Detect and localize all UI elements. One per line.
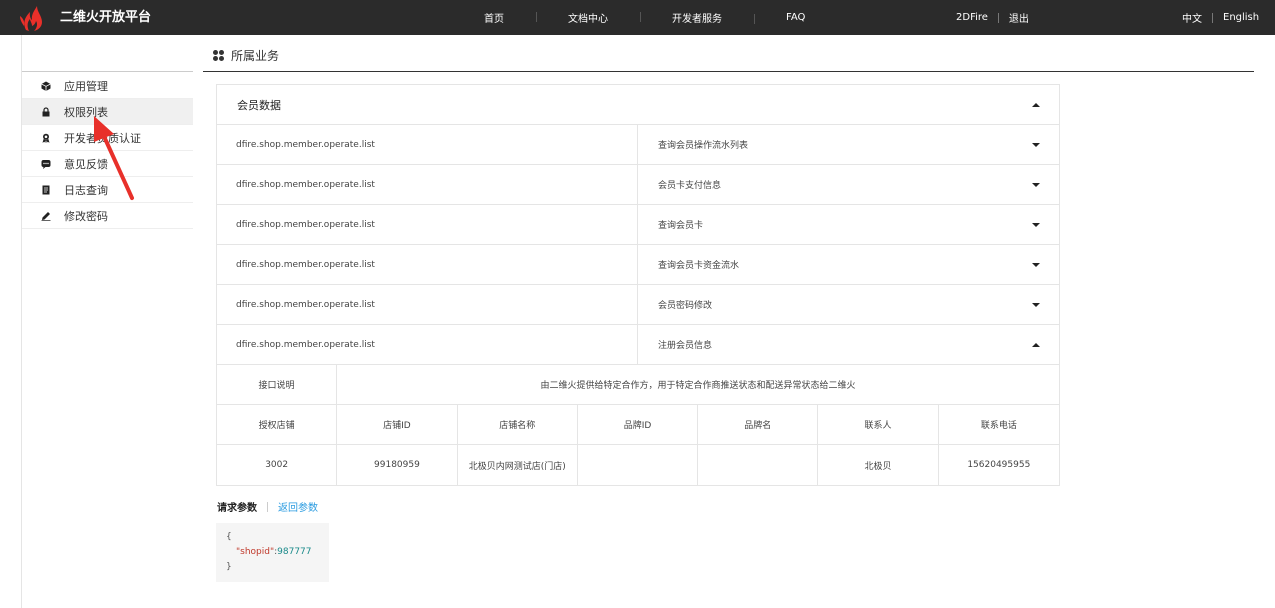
document-icon [41,185,51,195]
panel-header-member-data[interactable]: 会员数据 [217,85,1059,125]
api-name: dfire.shop.member.operate.list [217,245,638,284]
table-cell: 北极贝 [818,445,939,485]
caret-down-icon[interactable] [1032,262,1040,267]
api-row[interactable]: dfire.shop.member.operate.list 查询会员卡 [217,205,1059,245]
badge-icon [41,133,51,143]
api-row[interactable]: dfire.shop.member.operate.list 查询会员操作流水列… [217,125,1059,165]
column-header: 授权店铺 [217,405,338,444]
api-name: dfire.shop.member.operate.list [217,125,638,164]
nav-docs[interactable]: 文档中心 [536,10,640,25]
api-name: dfire.shop.member.operate.list [217,165,638,204]
table-cell [698,445,819,485]
code-brace-close: } [226,562,232,572]
sidebar-item-change-password[interactable]: 修改密码 [22,203,193,229]
table-row: 3002 99180959 北极贝内网测试店(门店) 北极贝 156204959… [217,445,1059,485]
section-title: 所属业务 [213,47,279,64]
api-row[interactable]: dfire.shop.member.operate.list 会员卡支付信息 [217,165,1059,205]
code-key: "shopid" [236,547,275,557]
nav-home[interactable]: 首页 [452,10,536,25]
api-description-label: 接口说明 [217,365,337,404]
caret-down-icon[interactable] [1032,182,1040,187]
code-sample: { "shopid":987777 } [216,523,329,582]
caret-up-icon[interactable] [1032,102,1040,107]
username-link[interactable]: 2DFire [956,12,988,23]
api-desc: 查询会员卡 [658,221,704,231]
api-name: dfire.shop.member.operate.list [217,205,638,244]
api-name: dfire.shop.member.operate.list [217,325,638,364]
api-desc: 查询会员操作流水列表 [658,141,749,151]
lock-icon [41,106,51,117]
params-tabs: 请求参数 返回参数 [217,499,318,514]
brand-title[interactable]: 二维火开放平台 [60,0,151,35]
lang-en-link[interactable]: English [1223,12,1259,23]
main-nav: 首页 文档中心 开发者服务 FAQ [452,0,837,35]
column-header: 联系电话 [980,421,1017,431]
caret-down-icon[interactable] [1032,142,1040,147]
api-row[interactable]: dfire.shop.member.operate.list 查询会员卡资金流水 [217,245,1059,285]
api-desc: 查询会员卡资金流水 [658,261,740,271]
api-name: dfire.shop.member.operate.list [217,285,638,324]
column-header: 店铺ID [337,405,458,444]
table-cell: 3002 [217,445,338,485]
column-header: 店铺名称 [458,405,578,444]
nav-dev-services[interactable]: 开发者服务 [640,10,754,25]
divider [997,12,999,23]
lang-zh-link[interactable]: 中文 [1182,10,1202,25]
column-header: 联系人 [818,405,939,444]
table-cell: 北极贝内网测试店(门店) [458,445,578,485]
code-line: "shopid":987777 [226,545,319,560]
api-row-expanded[interactable]: dfire.shop.member.operate.list 注册会员信息 [217,325,1059,365]
tab-request-params[interactable]: 请求参数 [217,499,257,514]
chat-icon [41,159,51,169]
language-switch: 中文 English [1182,0,1259,35]
user-menu: 2DFire 退出 [956,0,1029,35]
table-cell [578,445,699,485]
code-value: 987777 [277,547,312,557]
red-arrow-annotation-icon [94,116,134,200]
top-navbar: 二维火开放平台 首页 文档中心 开发者服务 FAQ 2DFire 退出 中文 E… [0,0,1275,35]
pencil-icon [41,211,51,221]
flame-logo-icon[interactable] [18,4,50,32]
section-title-text: 所属业务 [231,49,280,63]
table-cell: 99180959 [337,445,458,485]
sidebar-item-label: 修改密码 [64,209,108,223]
api-row[interactable]: dfire.shop.member.operate.list 会员密码修改 [217,285,1059,325]
api-description-value: 由二维火提供给特定合作方，用于特定合作商推送状态和配送异常状态给二维火 [540,381,856,391]
api-desc: 会员密码修改 [658,301,713,311]
nav-faq[interactable]: FAQ [754,12,837,24]
panel-title: 会员数据 [237,98,281,112]
column-header: 品牌名 [698,405,819,444]
sidebar-item-app-management[interactable]: 应用管理 [22,73,193,99]
logout-link[interactable]: 退出 [1009,10,1029,25]
api-desc: 注册会员信息 [658,341,713,351]
sidebar-item-label: 应用管理 [64,79,108,93]
caret-down-icon[interactable] [1032,222,1040,227]
shop-table-header: 授权店铺 店铺ID 店铺名称 品牌ID 品牌名 联系人 联系电话 [217,405,1059,445]
caret-down-icon[interactable] [1032,302,1040,307]
divider [1212,12,1213,23]
code-brace-open: { [226,532,232,542]
table-cell: 15620495955 [967,460,1031,470]
business-panel: 会员数据 dfire.shop.member.operate.list 查询会员… [216,84,1060,486]
divider [267,501,268,512]
api-description-row: 接口说明 由二维火提供给特定合作方，用于特定合作商推送状态和配送异常状态给二维火 [217,365,1059,405]
column-header: 品牌ID [578,405,699,444]
tab-response-params[interactable]: 返回参数 [278,499,318,514]
sidebar-top-divider [22,71,193,72]
section-divider [203,71,1254,72]
grid-dots-icon [213,50,224,61]
caret-up-icon[interactable] [1032,342,1040,347]
cube-icon [41,81,51,91]
api-desc: 会员卡支付信息 [658,181,722,191]
